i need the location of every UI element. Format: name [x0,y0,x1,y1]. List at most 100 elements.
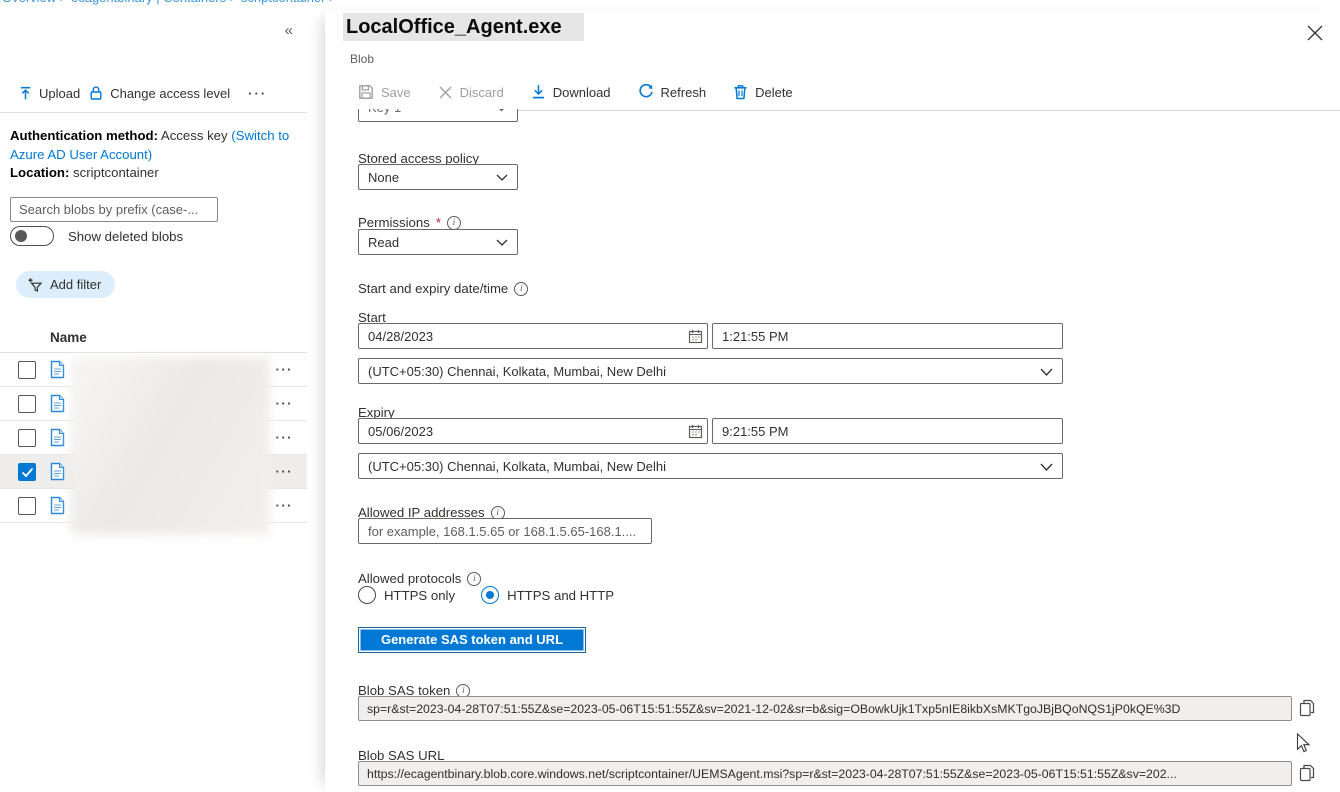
discard-button[interactable]: Discard [438,85,504,100]
radio-selected[interactable] [481,586,500,604]
permissions-select[interactable]: Read [358,229,518,255]
upload-label: Upload [39,85,81,101]
auth-method-label: Authentication method: [10,128,158,143]
row-more-button[interactable]: ··· [276,498,294,513]
chevron-down-icon [1040,368,1053,377]
command-bar: Save Discard Download Refresh Delete [358,84,793,100]
blob-file-icon [50,394,65,413]
sidebar-toolbar: Upload Change access level ··· [18,85,267,101]
radio-unselected[interactable] [358,586,376,604]
https-and-http-option[interactable]: HTTPS and HTTP [481,586,614,604]
sas-token-field[interactable] [358,696,1292,721]
collapse-sidebar-icon[interactable]: « [285,22,293,39]
save-icon [358,84,374,100]
calendar-icon[interactable] [688,329,703,344]
row-more-button[interactable]: ··· [276,430,294,445]
delete-button[interactable]: Delete [733,84,793,100]
discard-label: Discard [459,84,504,100]
show-deleted-blobs-toggle[interactable] [10,226,54,246]
sas-url-field[interactable] [358,761,1292,786]
info-icon[interactable]: i [467,571,482,586]
upload-button[interactable]: Upload [18,86,80,101]
copy-icon[interactable] [1299,699,1315,717]
row-checkbox[interactable] [18,496,36,515]
lock-icon [88,85,104,101]
blob-file-icon [50,496,65,515]
show-deleted-blobs-row: Show deleted blobs [10,226,183,246]
permissions-label: Permissions * i [358,215,461,230]
expiry-date-input[interactable] [358,418,708,444]
download-label: Download [552,84,611,100]
chevron-down-icon [496,239,508,247]
redacted-blob-names [70,357,270,535]
sidebar-more-button[interactable]: ··· [248,86,267,101]
https-and-http-label: HTTPS and HTTP [507,587,615,603]
show-deleted-blobs-label: Show deleted blobs [68,228,184,244]
blob-file-icon [50,360,65,379]
row-more-button[interactable]: ··· [276,362,294,377]
change-access-level-label: Change access level [110,85,231,101]
https-only-option[interactable]: HTTPS only [358,586,455,604]
row-checkbox[interactable] [18,394,36,413]
name-column-header[interactable]: Name [50,330,87,345]
blade-subtitle: Blob [350,52,375,66]
blob-file-icon [50,462,65,481]
refresh-icon [638,84,654,100]
blob-file-icon [50,428,65,447]
change-access-level-button[interactable]: Change access level [88,85,230,101]
save-label: Save [381,84,411,100]
search-blobs-input[interactable] [10,197,218,222]
row-checkbox[interactable] [18,428,36,447]
expiry-time-input[interactable] [712,418,1063,444]
azure-blob-page: Overview > ecagentbinary | Containers > … [0,0,1340,792]
download-icon [531,84,546,100]
save-button[interactable]: Save [358,84,411,100]
upload-icon [18,86,33,101]
breadcrumb[interactable]: Overview > ecagentbinary | Containers > … [2,0,422,5]
chevron-down-icon [496,109,507,112]
chevron-down-icon [1040,463,1053,472]
toggle-knob [15,230,27,242]
location-value: scriptcontainer [73,165,159,180]
add-filter-button[interactable]: Add filter [16,271,116,298]
auth-method-value: Access key [160,128,228,143]
row-checkbox[interactable] [18,360,36,379]
download-button[interactable]: Download [531,84,611,100]
expiry-timezone-select[interactable]: (UTC+05:30) Chennai, Kolkata, Mumbai, Ne… [358,453,1063,479]
start-date-input[interactable] [358,323,708,349]
allowed-protocols-options: HTTPS only HTTPS and HTTP [358,586,614,604]
auth-info: Authentication method: Access key (Switc… [10,127,308,183]
add-filter-icon [26,277,43,293]
info-icon[interactable]: i [514,281,529,296]
start-timezone-select[interactable]: (UTC+05:30) Chennai, Kolkata, Mumbai, Ne… [358,358,1063,384]
required-asterisk: * [435,215,441,230]
refresh-label: Refresh [660,84,707,100]
blob-detail-blade: LocalOffice_Agent.exe Blob Save Discard … [325,10,1340,792]
signing-key-value: Key 1 [368,100,402,115]
page-title: LocalOffice_Agent.exe [343,13,584,41]
info-icon[interactable]: i [446,215,461,230]
generate-sas-button[interactable]: Generate SAS token and URL [358,627,586,653]
start-time-input[interactable] [712,323,1063,349]
stored-access-policy-select[interactable]: None [358,164,518,190]
allowed-protocols-label: Allowed protocols i [358,571,482,586]
delete-label: Delete [755,84,793,100]
close-icon[interactable] [1306,24,1324,42]
refresh-button[interactable]: Refresh [638,84,707,100]
location-label: Location: [10,165,70,180]
allowed-ip-input[interactable] [358,518,652,544]
container-blade-sidebar: « Upload Change access level ··· Authent… [0,10,307,792]
add-filter-label: Add filter [50,277,102,292]
row-more-button[interactable]: ··· [276,396,294,411]
discard-icon [438,85,453,100]
mouse-cursor [1296,733,1312,755]
calendar-icon[interactable] [688,424,703,439]
https-only-label: HTTPS only [384,587,456,603]
sidebar-toolbar-divider [0,112,307,113]
chevron-down-icon [496,174,508,182]
row-more-button[interactable]: ··· [276,464,294,479]
start-expiry-label: Start and expiry date/time i [358,281,529,296]
row-checkbox-checked[interactable] [18,462,36,481]
trash-icon [733,84,748,100]
copy-icon[interactable] [1299,764,1315,782]
